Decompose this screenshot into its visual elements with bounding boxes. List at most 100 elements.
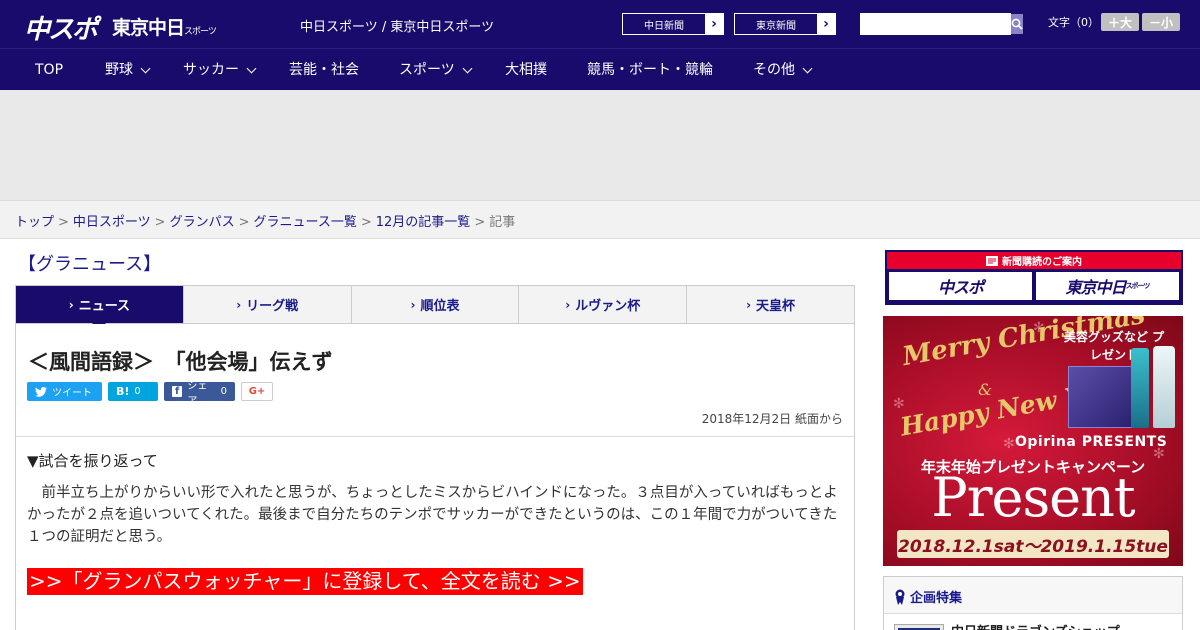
chevron-right-icon: › [823, 16, 829, 32]
section-title: 【グラニュース】 [18, 254, 162, 275]
hatena-icon: B! [116, 385, 130, 398]
facebook-share-label: シェア [187, 380, 208, 407]
tokyo-chunichi-subscribe-logo[interactable]: 東京中日 スポーツ [1036, 272, 1179, 300]
subscription-logos: 中スポ 東京中日 スポーツ [887, 269, 1181, 302]
chuspo-subscribe-logo[interactable]: 中スポ [889, 272, 1032, 300]
tokyo-logo-suffix: スポーツ [184, 27, 217, 37]
special-features-box: 企画特集 中日新聞ドラゴンズショップ [883, 576, 1183, 630]
search-box [860, 13, 1023, 35]
breadcrumb-link-grampus[interactable]: グランパス [170, 215, 235, 230]
special-item-title: 中日新聞ドラゴンズショップ [951, 621, 1120, 630]
nav-item-other[interactable]: その他 [753, 49, 813, 91]
chunichi-shimbun-link[interactable]: 中日新聞 › [622, 13, 724, 35]
article-date: 2018年12月2日 紙面から [701, 412, 843, 426]
facebook-icon: f [172, 386, 183, 397]
nav-item-entertainment[interactable]: 芸能・社会 [289, 49, 359, 91]
present-text: Present [931, 466, 1135, 529]
breadcrumb-current: 記事 [489, 215, 516, 230]
site-title[interactable]: 中日スポーツ / 東京中日スポーツ [300, 16, 494, 35]
ad-space [0, 90, 1200, 200]
facebook-share-button[interactable]: f シェア 0 [164, 381, 235, 407]
tokyo-shimbun-link[interactable]: 東京新聞 › [734, 13, 836, 35]
tab-standings[interactable]: › 順位表 [352, 286, 520, 323]
nav-item-label: 野球 [105, 62, 133, 78]
chevron-down-icon [462, 63, 473, 73]
nav-item-racing[interactable]: 競馬・ボート・競輪 [587, 49, 713, 91]
product-box-image [1068, 366, 1136, 428]
breadcrumb-separator: > [474, 215, 486, 230]
chevron-right-icon: › [711, 16, 717, 32]
nav-item-top[interactable]: TOP [35, 49, 63, 91]
campaign-dates: 2018.12.1sat～2019.1.15tue [897, 530, 1169, 558]
nav-item-label: TOP [35, 62, 64, 78]
nav-item-label: その他 [753, 62, 795, 78]
top-header: 中スポ 東京中日スポーツ 中日スポーツ / 東京中日スポーツ 中日新聞 › 東京… [0, 0, 1200, 48]
tokyo-chunichi-logo[interactable]: 東京中日スポーツ [112, 13, 217, 40]
special-item-row[interactable]: 中日新聞ドラゴンズショップ [884, 614, 1182, 630]
nav-item-baseball[interactable]: 野球 [105, 49, 151, 91]
product-bottle-image [1153, 346, 1175, 428]
breadcrumb-link-news-list[interactable]: グラニュース一覧 [254, 215, 357, 230]
font-smaller-button[interactable]: －小 [1142, 13, 1180, 31]
tab-league[interactable]: › リーグ戦 [184, 286, 352, 323]
nav-item-label: 大相撲 [505, 62, 547, 78]
main-nav: TOP 野球 サッカー 芸能・社会 スポーツ 大相撲 競馬・ボート・競輪 その他 [0, 48, 1200, 90]
tweet-button[interactable]: ツイート [27, 382, 102, 401]
tab-label: ニュース [78, 299, 131, 314]
tab-label: リーグ戦 [246, 299, 299, 314]
chevron-down-icon [140, 63, 151, 73]
nav-item-label: 競馬・ボート・競輪 [587, 62, 713, 78]
hatena-bookmark-button[interactable]: B! 0 [108, 382, 158, 401]
chevron-right-icon: › [236, 297, 242, 312]
subscribe-logo-suffix: スポーツ [1125, 282, 1151, 290]
special-features-heading: 企画特集 [894, 587, 962, 606]
tab-label: ルヴァン杯 [575, 299, 641, 314]
chevron-down-icon [802, 63, 813, 73]
nav-item-soccer[interactable]: サッカー [183, 49, 257, 91]
search-input[interactable] [861, 14, 1011, 34]
nav-item-label: スポーツ [399, 62, 455, 78]
hatena-count: 0 [134, 386, 141, 397]
breadcrumb-bar: トップ > 中日スポーツ > グランパス > グラニュース一覧 >12月の記事一覧 > 記事 [0, 200, 1200, 239]
share-buttons: ツイート B! 0 f シェア 0 G+ [27, 381, 273, 407]
search-icon [1011, 18, 1023, 30]
subscription-banner[interactable]: 新聞購読のご案内 中スポ 東京中日 スポーツ [885, 250, 1183, 305]
article-divider [16, 436, 854, 437]
chevron-right-icon: › [68, 297, 74, 312]
tokyo-logo-text: 東京中日 [112, 17, 185, 39]
tab-emperors-cup[interactable]: › 天皇杯 [687, 286, 854, 323]
google-plus-icon: G+ [248, 386, 266, 397]
brand-presents-text: Opirina PRESENTS [1015, 434, 1168, 450]
google-plus-button[interactable]: G+ [241, 382, 273, 401]
paper-link-label: 東京新聞 [735, 14, 817, 34]
breadcrumb-separator: > [238, 215, 250, 230]
tab-levain-cup[interactable]: › ルヴァン杯 [519, 286, 688, 323]
search-button[interactable] [1011, 14, 1023, 34]
nav-item-label: 芸能・社会 [289, 62, 359, 78]
breadcrumb-separator: > [58, 215, 69, 230]
newspaper-icon [986, 255, 998, 266]
breadcrumb-link-december[interactable]: 12月の記事一覧 [376, 215, 471, 230]
snowflake-icon: ✻ [893, 396, 905, 412]
snowflake-icon: ✻ [1003, 436, 1015, 452]
font-larger-button[interactable]: ＋大 [1101, 13, 1139, 31]
present-campaign-banner[interactable]: ✻ ✻ ✻ ✻ Merry Christmas & Happy New Year… [883, 316, 1183, 566]
breadcrumb-link-chunichi-sports[interactable]: 中日スポーツ [73, 215, 151, 230]
font-size-label: 文字（0） [1048, 16, 1099, 29]
chevron-right-icon: › [746, 297, 752, 312]
breadcrumb-link-top[interactable]: トップ [15, 215, 54, 230]
tab-news[interactable]: › ニュース [16, 286, 184, 330]
special-features-heading-text: 企画特集 [910, 591, 963, 606]
paper-link-label: 中日新聞 [623, 14, 705, 34]
nav-item-sumo[interactable]: 大相撲 [505, 49, 547, 91]
subscription-heading-text: 新聞購読のご案内 [1002, 257, 1082, 268]
product-bottle-image [1131, 348, 1149, 428]
chuspo-logo[interactable]: 中スポ [24, 9, 98, 46]
tweet-label: ツイート [52, 388, 92, 399]
chevron-right-icon: › [565, 297, 571, 312]
chevron-down-icon [246, 63, 257, 73]
breadcrumb: トップ > 中日スポーツ > グランパス > グラニュース一覧 >12月の記事一覧 > 記事 [15, 211, 515, 230]
subscribe-logo-text: 中スポ [937, 278, 984, 297]
register-read-more-link[interactable]: >>「グランパスウォッチャー」に登録して、全文を読む >> [27, 568, 583, 595]
nav-item-sports[interactable]: スポーツ [399, 49, 473, 91]
